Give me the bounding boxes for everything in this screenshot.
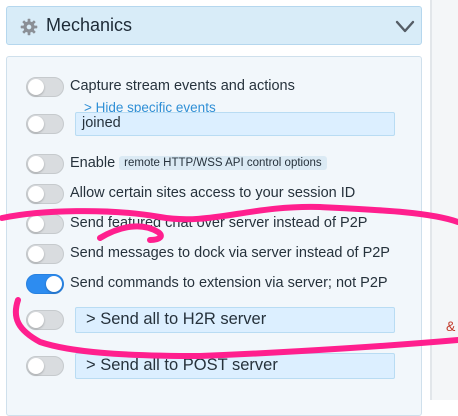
- gear-icon: [20, 18, 38, 36]
- toggle-knob: [28, 156, 44, 172]
- h2r-server-toggle[interactable]: [26, 310, 64, 330]
- capture-events-label: Capture stream events and actions: [70, 78, 295, 94]
- capture-events-toggle[interactable]: [26, 77, 64, 97]
- extension-commands-label: Send commands to extension via server; n…: [70, 275, 388, 291]
- dock-messages-label: Send messages to dock via server instead…: [70, 245, 390, 261]
- dock-messages-toggle[interactable]: [26, 244, 64, 264]
- toggle-knob: [28, 246, 44, 262]
- toggle-knob: [28, 358, 44, 374]
- toggle-knob: [28, 186, 44, 202]
- post-server-toggle[interactable]: [26, 356, 64, 376]
- api-options-chip[interactable]: remote HTTP/WSS API control options: [119, 156, 327, 170]
- toggle-knob: [28, 216, 44, 232]
- section-title: Mechanics: [46, 15, 133, 35]
- toggle-knob: [46, 276, 62, 292]
- chevron-down-icon[interactable]: [395, 20, 415, 34]
- enable-api-toggle[interactable]: [26, 154, 64, 174]
- send-all-h2r-button[interactable]: > Send all to H2R server: [75, 307, 395, 333]
- session-access-toggle[interactable]: [26, 184, 64, 204]
- toggle-knob: [28, 79, 44, 95]
- adjacent-panel-edge: &: [430, 0, 458, 400]
- clipped-text-fragment: &: [446, 318, 456, 334]
- send-all-post-button[interactable]: > Send all to POST server: [75, 353, 395, 379]
- event-filter-input[interactable]: joined: [75, 112, 395, 136]
- enable-api-text: Enable: [70, 155, 116, 171]
- featured-chat-label: Send featured chat over server instead o…: [70, 215, 368, 231]
- toggle-knob: [28, 116, 44, 132]
- session-access-label: Allow certain sites access to your sessi…: [70, 185, 356, 201]
- divider: [430, 0, 432, 400]
- enable-api-label: Enable remote HTTP/WSS API control option…: [70, 155, 327, 171]
- featured-chat-toggle[interactable]: [26, 214, 64, 234]
- toggle-knob: [28, 312, 44, 328]
- extension-commands-toggle[interactable]: [26, 274, 64, 294]
- mechanics-section-header[interactable]: Mechanics: [6, 6, 422, 45]
- event-filter-toggle[interactable]: [26, 114, 64, 134]
